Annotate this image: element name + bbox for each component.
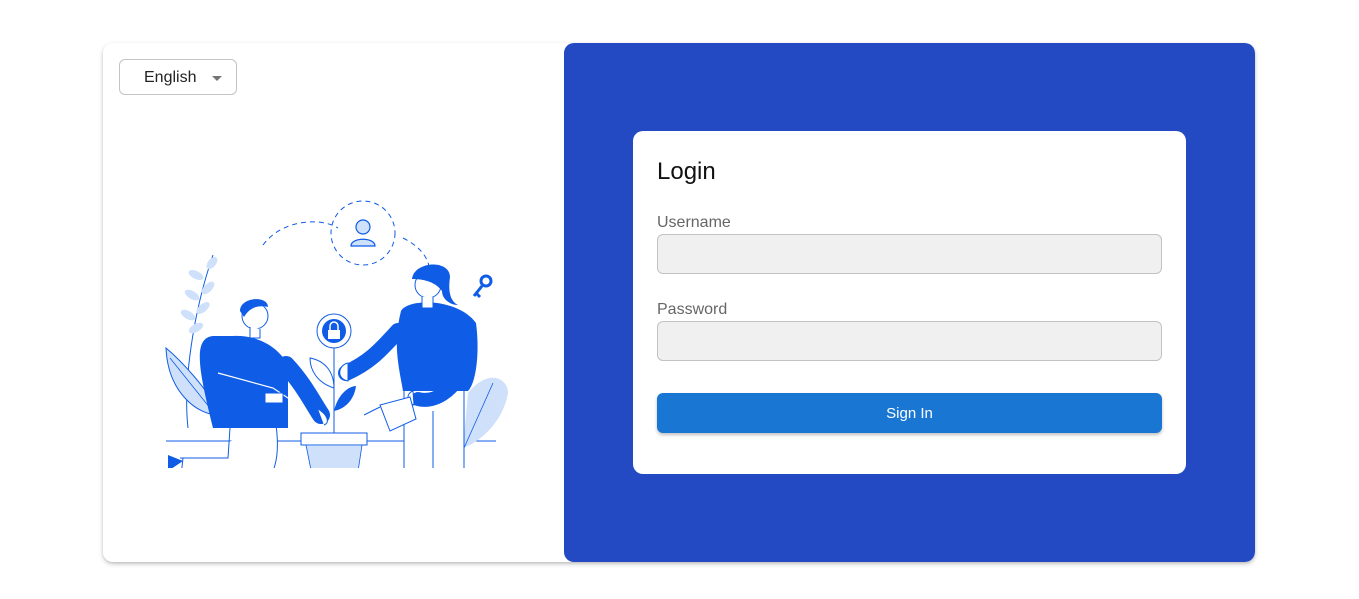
username-label: Username bbox=[657, 214, 731, 231]
login-form: Login Username Password Sign In bbox=[633, 131, 1186, 474]
language-select-value: English bbox=[144, 69, 197, 86]
user-icon bbox=[355, 219, 371, 235]
login-panel: Login Username Password Sign In bbox=[564, 43, 1255, 562]
language-select[interactable]: English bbox=[119, 59, 237, 95]
key-icon bbox=[472, 274, 493, 299]
password-label: Password bbox=[657, 301, 728, 318]
teamwork-illustration bbox=[165, 200, 508, 468]
login-title: Login bbox=[657, 158, 716, 185]
login-page-card: English Login Username Password Sign In bbox=[103, 43, 1255, 562]
password-input[interactable] bbox=[657, 321, 1162, 361]
username-input[interactable] bbox=[657, 234, 1162, 274]
chevron-down-icon bbox=[212, 76, 222, 81]
illustration-panel: English bbox=[103, 43, 565, 562]
sign-in-button[interactable]: Sign In bbox=[657, 393, 1162, 433]
